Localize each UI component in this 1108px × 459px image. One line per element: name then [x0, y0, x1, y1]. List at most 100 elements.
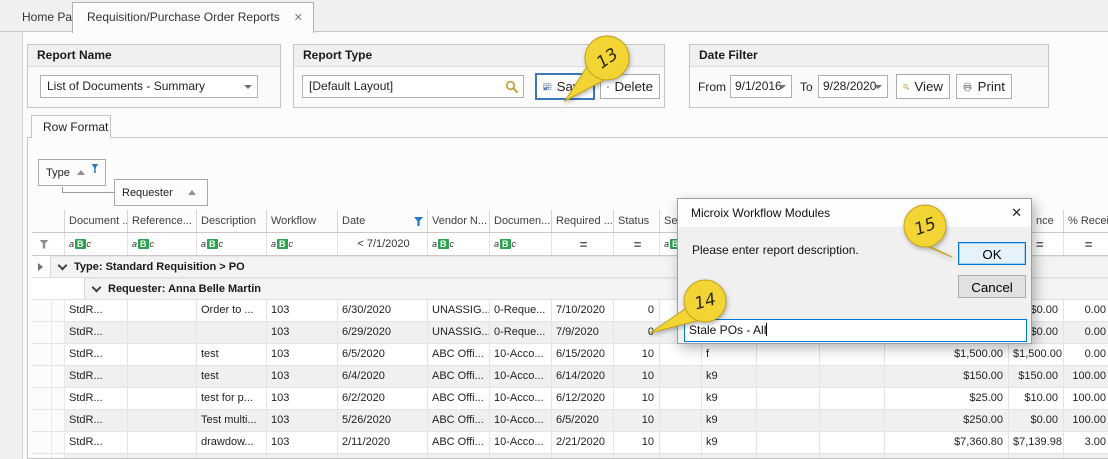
grid-cell[interactable] — [128, 432, 197, 453]
grid-cell[interactable] — [757, 344, 820, 365]
grid-cell[interactable]: 0.00 — [1064, 344, 1108, 365]
grid-cell[interactable] — [757, 432, 820, 453]
grid-cell[interactable]: ABC Offi... — [428, 366, 490, 387]
view-button[interactable]: View — [896, 74, 950, 99]
grid-cell[interactable]: $0.00 — [1009, 410, 1064, 431]
grid-cell[interactable]: 6/2/2020 — [338, 388, 428, 409]
grid-cell[interactable] — [820, 388, 885, 409]
grid-cell[interactable]: 6/30/2020 — [338, 300, 428, 321]
filter-cell[interactable]: = — [1064, 233, 1108, 255]
grid-cell[interactable]: StdR... — [65, 366, 128, 387]
grid-cell[interactable] — [757, 366, 820, 387]
grid-cell[interactable]: 10-Acco... — [490, 366, 552, 387]
close-icon[interactable]: ✕ — [1011, 205, 1022, 221]
column-header[interactable]: Required ... — [552, 210, 614, 232]
filter-cell[interactable]: < 7/1/2020 — [338, 233, 428, 255]
grid-cell[interactable] — [660, 366, 702, 387]
grid-cell[interactable]: StdR... — [65, 410, 128, 431]
report-name-dropdown[interactable]: List of Documents - Summary — [40, 75, 258, 98]
table-row[interactable]: StdR...test1036/5/2020ABC Offi...10-Acco… — [32, 344, 1108, 366]
groupby-requester[interactable]: Requester — [114, 179, 208, 206]
grid-cell[interactable]: f — [702, 344, 757, 365]
grid-cell[interactable]: 10 — [614, 366, 660, 387]
expand-arrow-icon[interactable] — [38, 263, 43, 271]
grid-cell[interactable] — [820, 366, 885, 387]
report-type-search-field[interactable]: [Default Layout] — [302, 75, 524, 98]
grid-cell[interactable]: StdR... — [65, 432, 128, 453]
grid-cell[interactable]: StdR... — [65, 388, 128, 409]
grid-cell[interactable]: 6/4/2020 — [338, 366, 428, 387]
grid-cell[interactable]: 103 — [267, 432, 338, 453]
grid-cell[interactable] — [128, 300, 197, 321]
grid-cell[interactable]: $10.00 — [1009, 388, 1064, 409]
grid-cell[interactable]: 0.00 — [1064, 300, 1108, 321]
grid-cell[interactable] — [660, 432, 702, 453]
grid-cell[interactable]: $25.00 — [885, 388, 1009, 409]
filter-cell[interactable]: aBc — [128, 233, 197, 255]
grid-cell[interactable] — [820, 432, 885, 453]
grid-cell[interactable]: Order to ... — [197, 300, 267, 321]
grid-cell[interactable]: 103 — [267, 388, 338, 409]
grid-cell[interactable]: drawdow... — [197, 432, 267, 453]
grid-cell[interactable]: 7/10/2020 — [552, 300, 614, 321]
grid-cell[interactable]: ABC Offi... — [428, 432, 490, 453]
groupby-type[interactable]: Type — [38, 159, 106, 186]
grid-cell[interactable]: $1,500.00 — [885, 344, 1009, 365]
grid-cell[interactable]: 6/15/2020 — [552, 344, 614, 365]
table-row[interactable]: StdR... drawdow...1032/11/2020ABC Offi...… — [32, 432, 1108, 454]
grid-cell[interactable]: 10 — [614, 432, 660, 453]
grid-cell[interactable]: test — [197, 366, 267, 387]
chevron-down-icon[interactable] — [58, 260, 68, 270]
column-header[interactable]: Description — [197, 210, 267, 232]
filter-cell[interactable]: aBc — [65, 233, 128, 255]
grid-cell[interactable]: test — [197, 344, 267, 365]
grid-cell[interactable]: 10-Acco... — [490, 410, 552, 431]
chevron-down-icon[interactable] — [92, 282, 102, 292]
row-format-tab[interactable]: Row Format — [31, 115, 111, 138]
grid-cell[interactable]: 5/26/2020 — [338, 410, 428, 431]
grid-cell[interactable]: ABC Offi... — [428, 344, 490, 365]
grid-cell[interactable]: 103 — [267, 410, 338, 431]
tab-requisition-po-reports[interactable]: Requisition/Purchase Order Reports✕ — [72, 2, 314, 33]
grid-cell[interactable]: ABC Offi... — [428, 388, 490, 409]
grid-cell[interactable]: 6/14/2020 — [552, 366, 614, 387]
grid-cell[interactable]: test for p... — [197, 388, 267, 409]
grid-cell[interactable]: 7/9/2020 — [552, 322, 614, 343]
grid-cell[interactable]: 6/5/2020 — [552, 410, 614, 431]
column-header[interactable]: Status — [614, 210, 660, 232]
grid-cell[interactable]: 10 — [614, 388, 660, 409]
grid-cell[interactable] — [660, 344, 702, 365]
filter-icon[interactable] — [92, 164, 98, 173]
grid-cell[interactable]: k9 — [702, 388, 757, 409]
grid-cell[interactable]: 0-Reque... — [490, 322, 552, 343]
grid-cell[interactable] — [128, 344, 197, 365]
grid-cell[interactable]: k9 — [702, 410, 757, 431]
filter-cell[interactable]: = — [552, 233, 614, 255]
grid-cell[interactable]: $1,500.00 — [1009, 344, 1064, 365]
grid-cell[interactable]: 100.00 — [1064, 388, 1108, 409]
grid-cell[interactable]: 10-Acco... — [490, 432, 552, 453]
grid-cell[interactable]: 103 — [267, 344, 338, 365]
grid-cell[interactable]: 2/11/2020 — [338, 432, 428, 453]
grid-cell[interactable]: 2/21/2020 — [552, 432, 614, 453]
grid-cell[interactable]: UNASSIG... — [428, 300, 490, 321]
grid-cell[interactable]: ABC Offi... — [428, 410, 490, 431]
filter-cell[interactable]: aBc — [428, 233, 490, 255]
cancel-button[interactable]: Cancel — [958, 275, 1026, 298]
print-button[interactable]: Print — [956, 74, 1012, 99]
column-header[interactable]: Reference... — [128, 210, 197, 232]
grid-cell[interactable]: StdR... — [65, 344, 128, 365]
filter-cell[interactable]: aBc — [267, 233, 338, 255]
grid-cell[interactable]: 6/29/2020 — [338, 322, 428, 343]
grid-cell[interactable]: 3.00 — [1064, 432, 1108, 453]
to-date-dropdown[interactable]: 9/28/2020 — [818, 75, 888, 98]
grid-cell[interactable]: 103 — [267, 322, 338, 343]
filter-gutter[interactable] — [32, 233, 65, 255]
grid-cell[interactable] — [820, 344, 885, 365]
grid-cell[interactable]: $150.00 — [885, 366, 1009, 387]
search-icon[interactable] — [505, 80, 519, 94]
grid-cell[interactable] — [660, 388, 702, 409]
grid-cell[interactable]: k9 — [702, 366, 757, 387]
grid-cell[interactable]: 10 — [614, 344, 660, 365]
grid-cell[interactable]: k9 — [702, 432, 757, 453]
